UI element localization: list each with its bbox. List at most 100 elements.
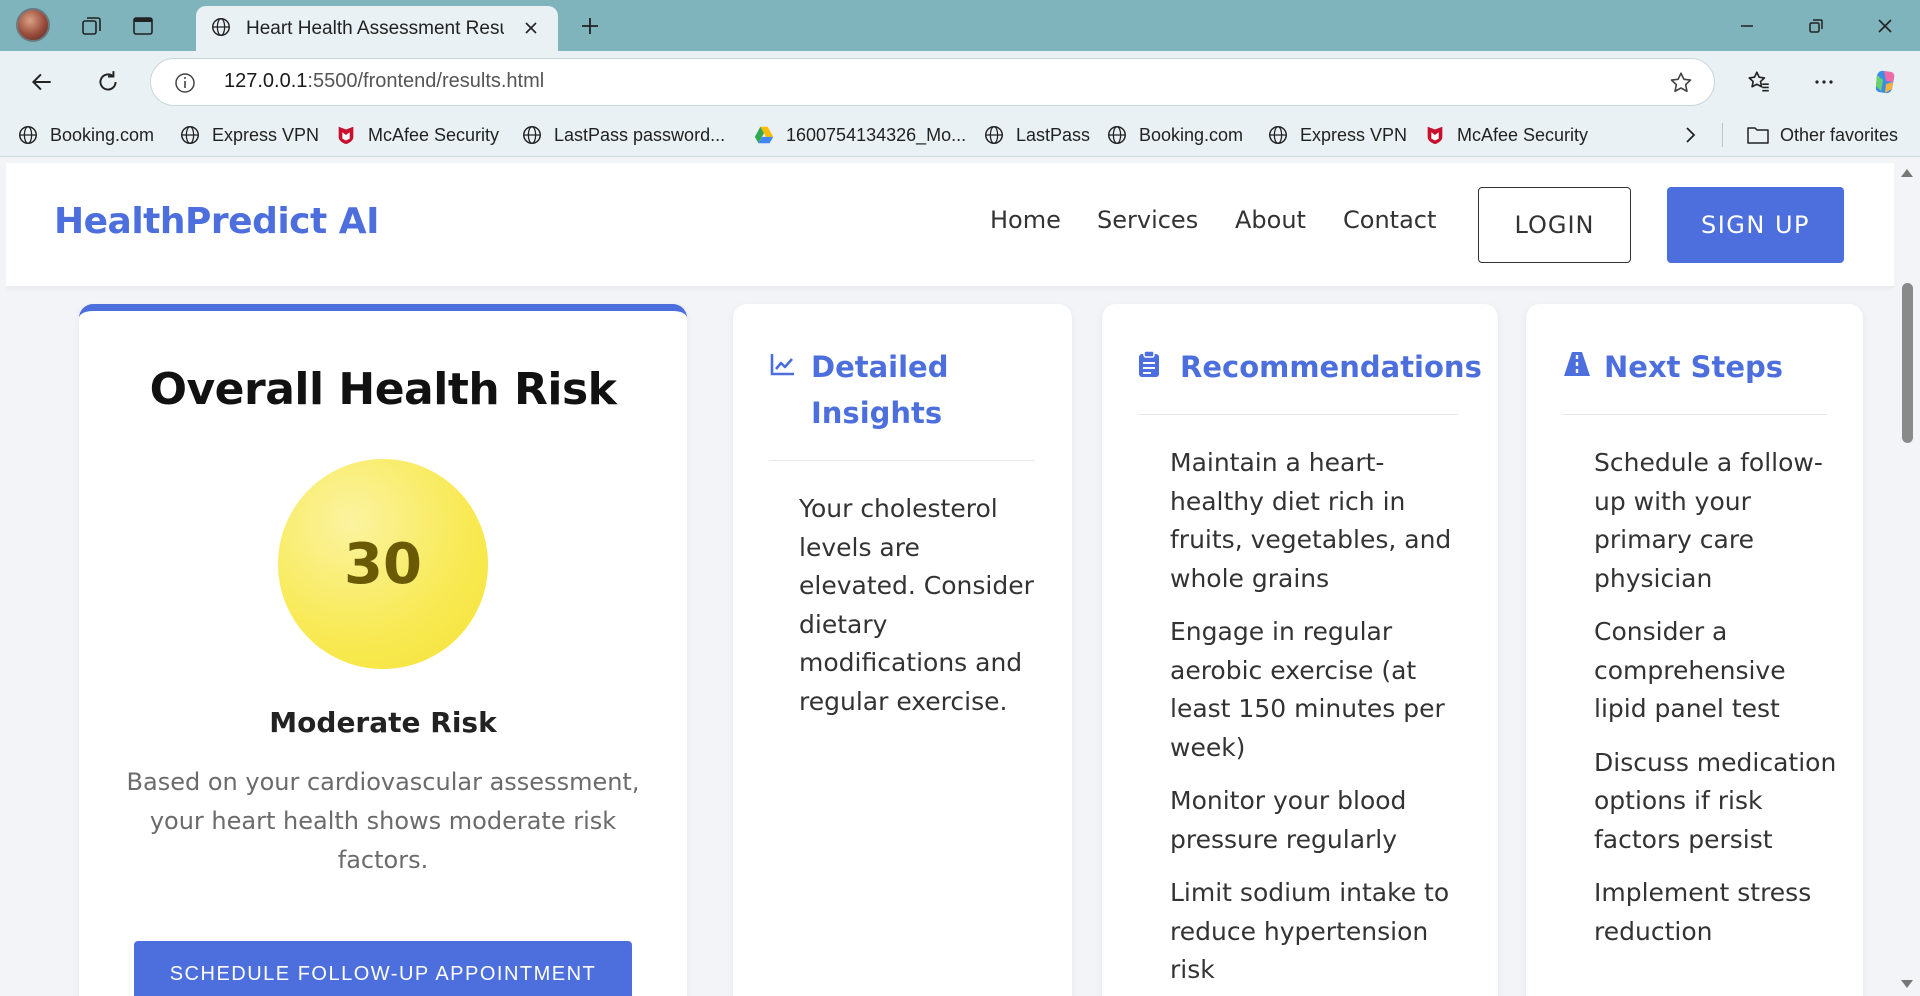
login-button[interactable]: LOGIN (1478, 187, 1631, 263)
page-scrollbar[interactable] (1894, 163, 1920, 996)
favorites-overflow-chevron-icon[interactable] (1682, 121, 1698, 149)
address-bar[interactable]: 127.0.0.1:5500/frontend/results.html (150, 58, 1715, 106)
info-icon[interactable] (173, 71, 197, 95)
list-item: Limit sodium intake to reduce hypertensi… (1170, 878, 1450, 984)
list-item: Maintain a heart-healthy diet rich in fr… (1170, 448, 1452, 593)
favorite-item[interactable]: Booking.com (1105, 121, 1243, 149)
list-item: Discuss medication options if risk facto… (1594, 747, 1837, 854)
favorite-label: McAfee Security (368, 124, 500, 145)
list-item: Consider a comprehensive lipid panel tes… (1594, 617, 1786, 723)
favorite-label: McAfee Security (1457, 124, 1589, 145)
next-steps-header: Next Steps (1562, 344, 1783, 390)
recommendations-divider (1138, 414, 1458, 415)
favorite-label: Express VPN (1300, 124, 1408, 145)
favorite-item[interactable]: Booking.com (16, 121, 154, 149)
risk-description: Based on your cardiovascular assessment,… (126, 768, 640, 874)
refresh-icon[interactable] (90, 64, 126, 100)
risk-score-circle: 30 (278, 459, 488, 669)
nav-about[interactable]: About (1235, 206, 1306, 234)
favorite-label: LastPass (1016, 124, 1091, 145)
nav-home[interactable]: Home (990, 206, 1061, 234)
favorites-divider (1722, 123, 1723, 147)
favorite-item[interactable]: Express VPN (1266, 121, 1407, 149)
list-item: Monitor your blood pressure regularly (1170, 786, 1407, 854)
favorite-label: LastPass password... (554, 124, 726, 145)
recommendations-title: Recommendations (1180, 350, 1482, 384)
workspaces-icon[interactable] (76, 10, 108, 42)
favorites-icon[interactable] (1743, 66, 1775, 98)
other-favorites-folder[interactable]: Other favorites (1746, 121, 1898, 149)
signup-button[interactable]: SIGN UP (1667, 187, 1844, 263)
scroll-up-arrow-icon[interactable] (1901, 169, 1913, 177)
risk-score: 30 (344, 531, 422, 597)
insights-divider (769, 460, 1035, 461)
favorite-label: Booking.com (1139, 124, 1244, 145)
recommendations-card: Recommendations Maintain a heart-healthy… (1102, 304, 1498, 996)
recommendations-header: Recommendations (1138, 344, 1482, 390)
copilot-icon[interactable] (1870, 66, 1902, 98)
detailed-insights-card: Detailed Insights Your cholesterol level… (733, 304, 1072, 996)
site-logo[interactable]: HealthPredict AI (54, 201, 380, 242)
globe-icon (16, 123, 40, 147)
risk-card-title: Overall Health Risk (149, 364, 617, 415)
list-item: Schedule a follow-up with your primary c… (1594, 448, 1823, 593)
globe-icon (520, 123, 544, 147)
recommendations-list: Maintain a heart-healthy diet rich in fr… (1170, 444, 1470, 996)
favorite-item[interactable]: McAfee Security (1423, 121, 1588, 149)
chart-line-icon (769, 350, 797, 378)
vertical-tabs-icon[interactable] (127, 10, 159, 42)
favorite-item[interactable]: McAfee Security (334, 121, 499, 149)
restore-icon[interactable] (1796, 10, 1836, 42)
globe-icon (1105, 123, 1129, 147)
next-steps-card: Next Steps Schedule a follow-up with you… (1526, 304, 1863, 996)
mcafee-icon (1423, 123, 1447, 147)
globe-icon (210, 16, 232, 42)
profile-avatar[interactable] (16, 8, 50, 42)
favorite-star-icon[interactable] (1668, 70, 1694, 96)
list-item: Implement stress reduction (1594, 878, 1812, 946)
insights-header: Detailed Insights (769, 344, 971, 436)
insights-list: Your cholesterol levels are elevated. Co… (799, 490, 1039, 736)
favorite-label: Express VPN (212, 124, 320, 145)
favorites-bar: Booking.com Express VPN McAfee Security … (0, 113, 1920, 157)
list-item: Engage in regular aerobic exercise (at l… (1170, 617, 1445, 762)
tab-title: Heart Health Assessment Results | ... (246, 17, 504, 39)
schedule-follow-up-button[interactable]: SCHEDULE FOLLOW-UP APPOINTMENT (134, 941, 632, 996)
close-window-icon[interactable] (1865, 10, 1905, 42)
next-steps-title: Next Steps (1604, 350, 1784, 384)
risk-level: Moderate Risk (269, 706, 497, 739)
favorite-item[interactable]: 1600754134326_Mo... (752, 121, 966, 149)
clipboard-icon (1138, 350, 1166, 378)
next-steps-divider (1562, 414, 1827, 415)
other-favorites-label: Other favorites (1780, 124, 1899, 145)
new-tab-icon[interactable] (574, 10, 606, 42)
browser-toolbar: 127.0.0.1:5500/frontend/results.html (0, 51, 1920, 113)
favorite-item[interactable]: LastPass password... (520, 121, 725, 149)
active-tab[interactable]: Heart Health Assessment Results | ... (196, 6, 558, 51)
globe-icon (1266, 123, 1290, 147)
road-icon (1562, 350, 1590, 378)
google-drive-icon (752, 123, 776, 147)
next-steps-list: Schedule a follow-up with your primary c… (1594, 444, 1839, 966)
overall-risk-card: Overall Health Risk 30 Moderate Risk Bas… (79, 304, 687, 996)
insights-title: Detailed Insights (811, 350, 949, 430)
favorite-item[interactable]: Express VPN (178, 121, 319, 149)
scroll-down-arrow-icon[interactable] (1901, 980, 1913, 988)
favorite-label: Booking.com (50, 124, 155, 145)
globe-icon (178, 123, 202, 147)
minimize-icon[interactable] (1727, 10, 1767, 42)
page-viewport: HealthPredict AI Home Services About Con… (6, 163, 1894, 996)
nav-services[interactable]: Services (1097, 206, 1198, 234)
back-icon[interactable] (24, 64, 60, 100)
nav-contact[interactable]: Contact (1343, 206, 1436, 234)
site-header: HealthPredict AI Home Services About Con… (6, 163, 1894, 286)
more-menu-icon[interactable] (1808, 66, 1840, 98)
favorite-label: 1600754134326_Mo... (786, 124, 967, 145)
folder-icon (1746, 123, 1770, 147)
browser-tab-bar: Heart Health Assessment Results | ... (0, 0, 1920, 51)
favorite-item[interactable]: LastPass (982, 121, 1090, 149)
globe-icon (982, 123, 1006, 147)
scroll-thumb[interactable] (1902, 283, 1913, 443)
mcafee-icon (334, 123, 358, 147)
close-tab-icon[interactable] (518, 15, 544, 41)
